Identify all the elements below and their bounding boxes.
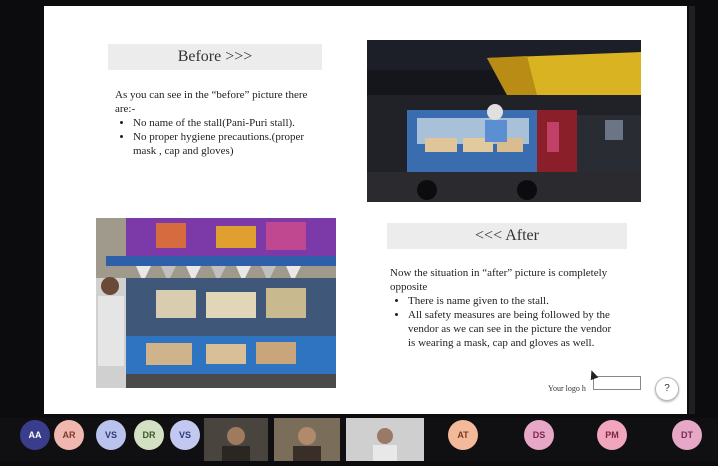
before-stall-photo [367,40,641,202]
before-bullet-1: No name of the stall(Pani-Puri stall). [133,116,325,130]
after-bullet-1: There is name given to the stall. [408,294,616,308]
participant-avatar[interactable]: DS [524,420,554,450]
participant-avatar[interactable]: AT [448,420,478,450]
participant-avatar[interactable]: VS [96,420,126,450]
participant-initials: DT [681,430,693,440]
participant-avatar[interactable]: PM [597,420,627,450]
participant-avatar[interactable]: DR [134,420,164,450]
participant-initials: AR [62,430,76,440]
after-bullet-list: There is name given to the stall. All sa… [390,294,616,350]
participant-avatar[interactable]: DT [672,420,702,450]
before-text-block: As you can see in the “before” picture t… [115,88,325,158]
after-intro: Now the situation in “after” picture is … [390,267,608,293]
participant-video-tile-1[interactable] [204,418,268,461]
participant-video-tile-2[interactable] [274,418,340,461]
participant-initials: AA [28,430,42,440]
participant-initials: VS [178,430,191,440]
participant-initials: DR [142,430,156,440]
before-bullet-2: No proper hygiene precautions.(proper ma… [133,130,325,158]
participant-initials: DS [532,430,546,440]
after-heading: <<< After [387,223,627,249]
participant-video-tile-3[interactable] [346,418,424,461]
after-text-block: Now the situation in “after” picture is … [390,266,616,350]
person-silhouette-icon [204,418,268,461]
after-stall-image [96,218,336,388]
after-bullet-2: All safety measures are being followed b… [408,308,616,350]
participant-avatar[interactable]: AA [20,420,50,450]
person-silhouette-icon [346,418,424,461]
participant-initials: PM [605,430,619,440]
after-stall-photo [96,218,336,388]
participant-avatar[interactable]: AR [54,420,84,450]
participant-initials: VS [104,430,117,440]
before-stall-image [367,40,641,202]
before-heading: Before >>> [108,44,322,70]
before-intro: As you can see in the “before” picture t… [115,89,308,115]
slide-edge-scrollbar[interactable] [689,6,695,414]
participant-initials: AT [457,430,469,440]
slide-footer-logo-text: Your logo h [548,384,586,393]
before-bullet-list: No name of the stall(Pani-Puri stall). N… [115,116,325,158]
cursor-tooltip [593,376,641,390]
person-silhouette-icon [274,418,340,461]
help-icon[interactable]: ? [655,377,679,401]
participant-avatar[interactable]: VS [170,420,200,450]
